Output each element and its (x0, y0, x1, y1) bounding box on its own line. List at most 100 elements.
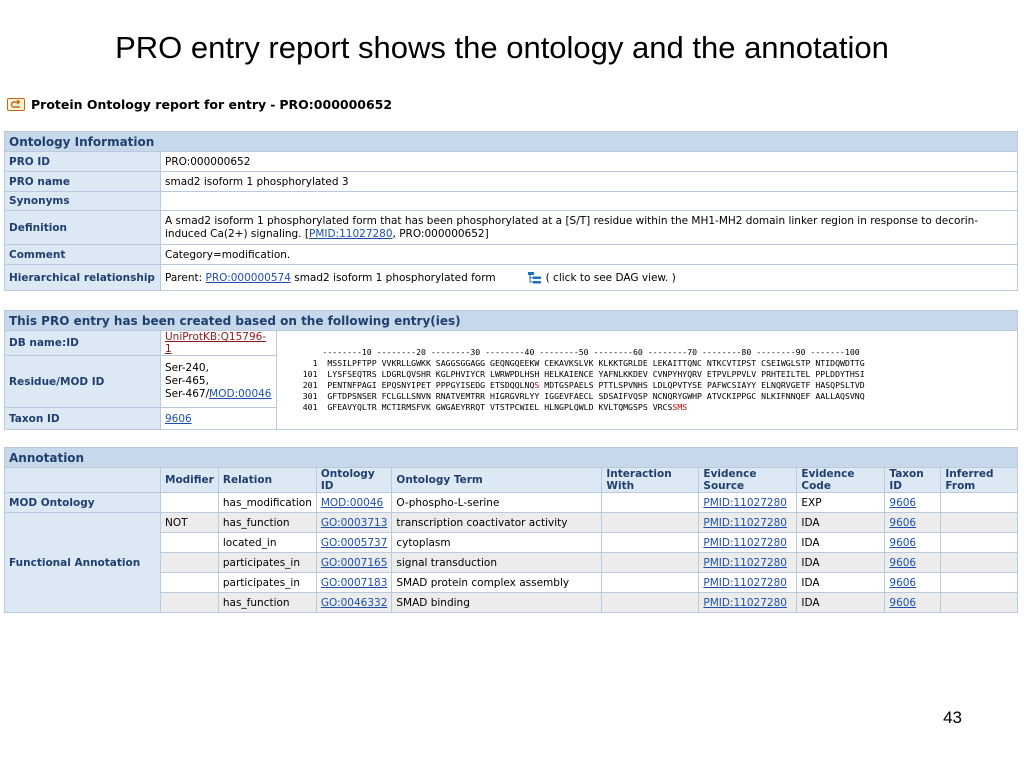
evidence-code-cell: IDA (796, 552, 886, 573)
taxon-link[interactable]: 9606 (889, 517, 916, 529)
col-modifier: Modifier (160, 467, 219, 493)
col-relation: Relation (217, 467, 317, 493)
evidence-code-cell: EXP (796, 492, 886, 513)
pro-id-label: PRO ID (4, 151, 161, 172)
evidence-source-cell: PMID:11027280 (698, 552, 798, 573)
definition-value: A smad2 isoform 1 phosphorylated form th… (160, 210, 1018, 245)
modifier-cell (160, 532, 219, 553)
taxon-link[interactable]: 9606 (889, 497, 916, 509)
basis-heading: This PRO entry has been created based on… (4, 310, 1018, 331)
evidence-code-cell: IDA (796, 592, 886, 613)
hierarchy-value: Parent: PRO:000000574 smad2 isoform 1 ph… (160, 264, 1018, 291)
modifier-cell (160, 492, 219, 513)
evidence-source-cell: PMID:11027280 (698, 572, 798, 593)
synonyms-label: Synonyms (4, 191, 161, 211)
evidence-source-cell: PMID:11027280 (698, 512, 798, 533)
definition-text: A smad2 isoform 1 phosphorylated form th… (165, 214, 979, 240)
comment-value: Category=modification. (160, 244, 1018, 265)
mod-ontology-label: MOD Ontology (4, 492, 161, 513)
evidence-source-link[interactable]: PMID:11027280 (703, 497, 787, 509)
interaction-cell (601, 492, 700, 513)
relation-cell: located_in (217, 532, 317, 553)
taxon-link[interactable]: 9606 (889, 557, 916, 569)
annotation-table: Annotation Modifier Relation Ontology ID… (4, 447, 1018, 613)
ontology-id-cell: GO:0005737 (315, 532, 393, 553)
ontology-id-link[interactable]: GO:0007165 (321, 557, 388, 569)
relation-cell: has_modification (217, 492, 317, 513)
relation-cell: participates_in (217, 572, 317, 593)
pro-name-value: smad2 isoform 1 phosphorylated 3 (160, 171, 1018, 192)
inferred-cell (940, 512, 1018, 533)
term-cell: cytoplasm (391, 532, 603, 553)
interaction-cell (601, 532, 700, 553)
col-ontology-id: Ontology ID (315, 467, 393, 493)
residue-value: Ser-240, Ser-465, Ser-467/MOD:00046 (160, 355, 277, 408)
table-row: MOD Ontology has_modification MOD:00046 … (4, 492, 1018, 513)
annotation-heading: Annotation (4, 447, 1018, 468)
corner-cell (4, 467, 161, 493)
taxon-link[interactable]: 9606 (889, 577, 916, 589)
sequence-phospho-sites: SMS (672, 402, 688, 412)
evidence-code-cell: IDA (796, 512, 886, 533)
inferred-cell (940, 572, 1018, 593)
report-title: Protein Ontology report for entry (31, 97, 267, 112)
ontology-id-cell: GO:0003713 (315, 512, 393, 533)
col-evidence-code: Evidence Code (796, 467, 886, 493)
col-ontology-term: Ontology Term (391, 467, 603, 493)
ontology-id-link[interactable]: GO:0007183 (321, 577, 388, 589)
sequence-ruler: --------10 --------20 --------30 -------… (283, 347, 860, 357)
mod-link[interactable]: MOD:00046 (209, 388, 271, 400)
taxon-cell: 9606 (884, 512, 942, 533)
functional-annotation-label: Functional Annotation (4, 512, 161, 613)
report-title-separator: - (270, 97, 276, 112)
evidence-source-link[interactable]: PMID:11027280 (703, 517, 787, 529)
evidence-source-link[interactable]: PMID:11027280 (703, 557, 787, 569)
ontology-id-link[interactable]: GO:0003713 (321, 517, 388, 529)
relation-cell: has_function (217, 592, 317, 613)
ontology-id-link[interactable]: MOD:00046 (321, 497, 383, 509)
inferred-cell (940, 492, 1018, 513)
col-inferred-from: Inferred From (940, 467, 1018, 493)
residue-item: Ser-240, (165, 362, 209, 374)
term-cell: O-phospho-L-serine (391, 492, 603, 513)
term-cell: transcription coactivator activity (391, 512, 603, 533)
sequence-line: 101 LYSFSEQTRS LDGRLQVSHR KGLPHVIYCR LWR… (283, 369, 865, 379)
evidence-source-cell: PMID:11027280 (698, 592, 798, 613)
definition-pmid-link[interactable]: PMID:11027280 (309, 228, 393, 240)
taxon-link[interactable]: 9606 (889, 597, 916, 609)
sequence-line: 1 MSSILPFTPP VVKRLLGWKK SAGGSGGAGG GEQNG… (283, 358, 865, 368)
interaction-cell (601, 592, 700, 613)
taxon-cell: 9606 (884, 492, 942, 513)
modifier-cell (160, 592, 219, 613)
ontology-id-link[interactable]: GO:0046332 (321, 597, 388, 609)
modifier-cell (160, 572, 219, 593)
ontology-id-link[interactable]: GO:0005737 (321, 537, 388, 549)
evidence-source-link[interactable]: PMID:11027280 (703, 537, 787, 549)
evidence-source-link[interactable]: PMID:11027280 (703, 597, 787, 609)
ontology-id-cell: GO:0007165 (315, 552, 393, 573)
modifier-cell: NOT (160, 512, 219, 533)
ontology-id-cell: MOD:00046 (315, 492, 393, 513)
db-value-cell: UniProtKB:Q15796-1 (160, 330, 277, 356)
dag-link-text[interactable]: ( click to see DAG view. ) (546, 272, 676, 284)
parent-link[interactable]: PRO:000000574 (206, 272, 291, 284)
term-cell: signal transduction (391, 552, 603, 573)
evidence-source-link[interactable]: PMID:11027280 (703, 577, 787, 589)
residue-item: Ser-467/MOD:00046 (165, 388, 272, 401)
inferred-cell (940, 532, 1018, 553)
col-interaction-with: Interaction With (601, 467, 700, 493)
tree-view-icon[interactable] (528, 271, 542, 284)
taxon-link[interactable]: 9606 (165, 413, 192, 425)
taxon-cell: 9606 (884, 572, 942, 593)
taxon-link[interactable]: 9606 (889, 537, 916, 549)
uniprot-link[interactable]: UniProtKB:Q15796-1 (165, 331, 266, 355)
residue-label: Residue/MOD ID (4, 355, 161, 408)
taxon-cell: 9606 (884, 532, 942, 553)
ontology-table: Ontology Information PRO ID PRO:00000065… (4, 131, 1018, 291)
term-cell: SMAD protein complex assembly (391, 572, 603, 593)
evidence-source-cell: PMID:11027280 (698, 532, 798, 553)
back-arrow-icon[interactable] (7, 98, 25, 111)
evidence-source-cell: PMID:11027280 (698, 492, 798, 513)
pro-name-label: PRO name (4, 171, 161, 192)
evidence-code-cell: IDA (796, 532, 886, 553)
